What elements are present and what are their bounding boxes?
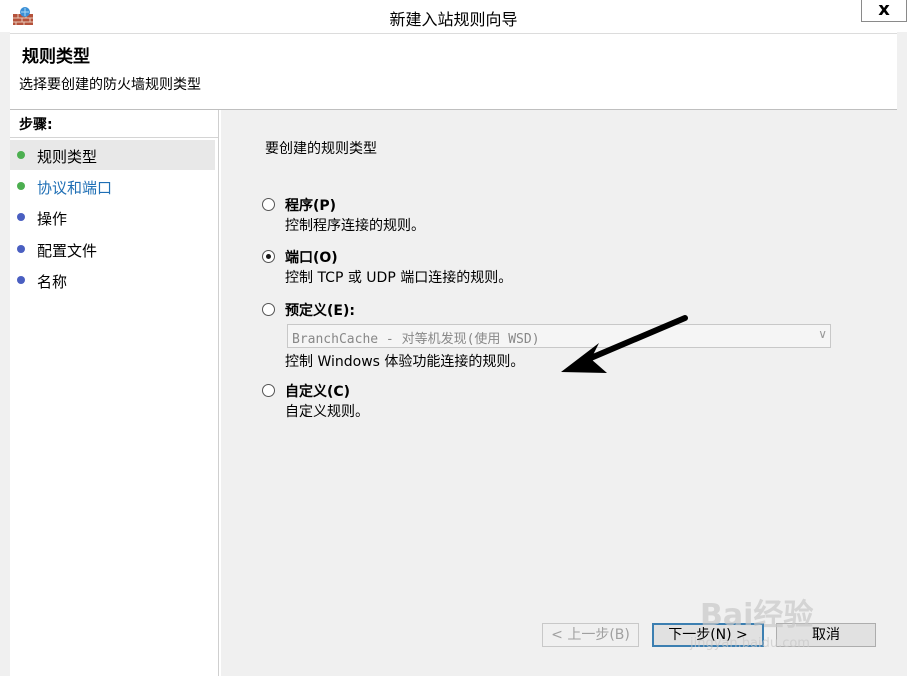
step-label: 配置文件 bbox=[37, 242, 98, 260]
annotation-arrow-icon bbox=[561, 315, 688, 373]
step-label: 操作 bbox=[37, 210, 68, 228]
option-port-desc: 控制 TCP 或 UDP 端口连接的规则。 bbox=[285, 270, 513, 286]
chevron-down-icon: ∨ bbox=[818, 327, 827, 341]
step-status-dot-icon bbox=[17, 245, 25, 253]
radio-custom[interactable] bbox=[262, 384, 275, 397]
predefined-select-value: BranchCache - 对等机发现(使用 WSD) bbox=[292, 332, 540, 347]
option-custom-desc: 自定义规则。 bbox=[285, 404, 369, 420]
option-program-desc: 控制程序连接的规则。 bbox=[285, 218, 425, 234]
step-status-dot-icon bbox=[17, 213, 25, 221]
watermark-url: jingyan.baidu.com bbox=[690, 636, 810, 651]
step-label: 协议和端口 bbox=[37, 179, 113, 197]
window-frame-right bbox=[897, 32, 907, 676]
radio-program[interactable] bbox=[262, 198, 275, 211]
step-item-name: 名称 bbox=[10, 265, 215, 295]
step-item-rule-type: 规则类型 bbox=[10, 140, 215, 170]
step-item-protocol-and-ports[interactable]: 协议和端口 bbox=[10, 171, 215, 201]
back-button[interactable]: < 上一步(B) bbox=[542, 623, 639, 647]
steps-heading-divider bbox=[10, 137, 218, 138]
steps-panel: 步骤: 规则类型 协议和端口 操作 配置文件 名称 bbox=[10, 110, 219, 676]
watermark-logo: Bai经验 bbox=[700, 598, 814, 633]
step-label: 规则类型 bbox=[37, 148, 98, 166]
option-predefined-desc: 控制 Windows 体验功能连接的规则。 bbox=[285, 354, 525, 370]
radio-port[interactable] bbox=[262, 250, 275, 263]
rule-type-prompt: 要创建的规则类型 bbox=[265, 141, 377, 157]
steps-heading: 步骤: bbox=[19, 117, 53, 133]
radio-predefined[interactable] bbox=[262, 303, 275, 316]
option-program-label[interactable]: 程序(P) bbox=[285, 195, 336, 215]
window-frame-left bbox=[0, 32, 10, 676]
wizard-header: 规则类型 选择要创建的防火墙规则类型 bbox=[10, 33, 897, 110]
step-status-dot-icon bbox=[17, 182, 25, 190]
window-title: 新建入站规则向导 bbox=[389, 10, 518, 29]
option-port-label[interactable]: 端口(O) bbox=[285, 247, 338, 267]
close-button[interactable]: x bbox=[861, 0, 907, 22]
step-item-profile: 配置文件 bbox=[10, 234, 215, 264]
step-label: 名称 bbox=[37, 273, 68, 291]
page-subtitle: 选择要创建的防火墙规则类型 bbox=[19, 77, 201, 93]
option-custom-label[interactable]: 自定义(C) bbox=[285, 381, 350, 401]
title-bar: 新建入站规则向导 x bbox=[0, 0, 907, 32]
option-predefined-label[interactable]: 预定义(E): bbox=[285, 300, 355, 320]
step-status-dot-icon bbox=[17, 276, 25, 284]
step-item-action: 操作 bbox=[10, 202, 215, 232]
step-status-dot-icon bbox=[17, 151, 25, 159]
page-title: 规则类型 bbox=[22, 47, 90, 67]
